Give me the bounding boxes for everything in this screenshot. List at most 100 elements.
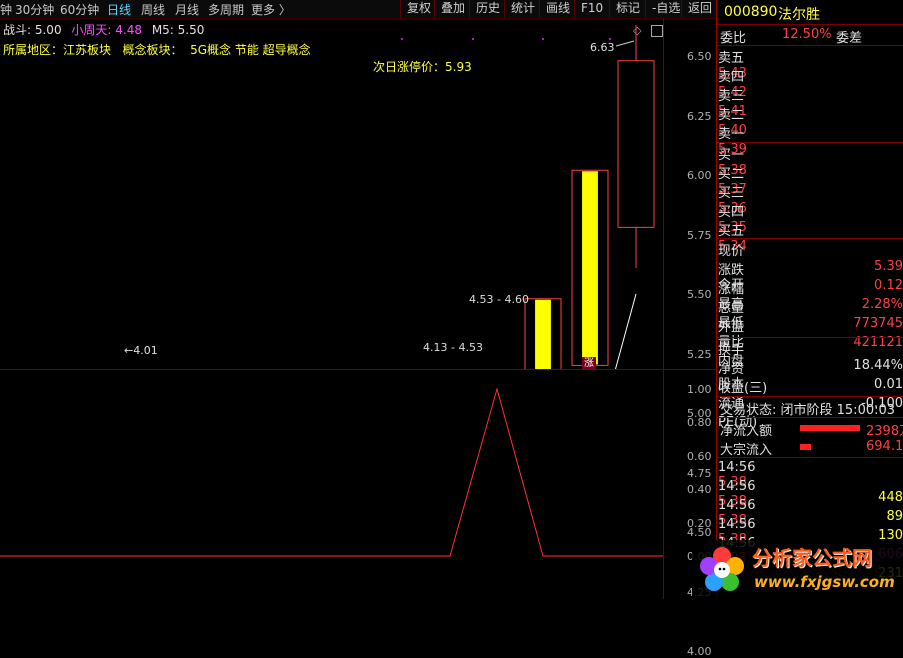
stock-header: 000890 法尔胜 bbox=[718, 3, 903, 25]
period-multi[interactable]: 多周期 bbox=[208, 1, 244, 18]
lower-tick-label: 0.20 bbox=[687, 516, 712, 530]
ask-label: 卖四 bbox=[718, 70, 745, 85]
period-60min[interactable]: 60分钟 bbox=[60, 1, 99, 18]
tool-stats[interactable]: 统计 bbox=[504, 0, 541, 18]
bid-row: 买二 5.37 bbox=[718, 163, 903, 197]
candlestick-chart[interactable] bbox=[0, 19, 663, 369]
ask-row: 卖四 5.42 bbox=[718, 66, 903, 100]
period-more[interactable]: 更多 〉 bbox=[251, 1, 291, 18]
stock-code: 000890 bbox=[724, 4, 778, 20]
lower-tick-label: 0.40 bbox=[687, 483, 712, 497]
stat-row: 净资 0.01 流通 bbox=[718, 358, 903, 411]
candle-body-fill bbox=[535, 299, 551, 369]
stat-row: 涨幅 2.28% 最低 bbox=[718, 278, 903, 331]
divider bbox=[717, 238, 903, 239]
candle bbox=[571, 169, 609, 369]
lower-indicator-chart[interactable] bbox=[0, 370, 663, 599]
tool-history[interactable]: 历史 bbox=[469, 0, 506, 18]
ask-row: 卖五 5.43 bbox=[718, 47, 903, 81]
ask-row: 卖三 5.41 bbox=[718, 85, 903, 119]
divider bbox=[717, 337, 903, 338]
signal-dot bbox=[401, 38, 403, 40]
high-arrow bbox=[615, 40, 635, 47]
zone-upper-label: 4.53 - 4.60 bbox=[469, 293, 529, 306]
lower-tick-label: 0.60 bbox=[687, 449, 712, 463]
price-tick-label: 5.25 bbox=[687, 347, 712, 361]
stat-row: 收益(三) -0.100 PE(动) bbox=[718, 377, 903, 430]
signal-dot bbox=[609, 38, 611, 40]
watermark-url: www.fxjgsw.com bbox=[754, 573, 895, 591]
bid-label: 买三 bbox=[718, 186, 745, 201]
tick-row: 14:56 5.38 448 bbox=[718, 460, 903, 505]
tool-mark[interactable]: 标记 bbox=[609, 0, 646, 18]
period-weekly[interactable]: 周线 bbox=[141, 1, 165, 18]
period-daily[interactable]: 日线 bbox=[107, 1, 131, 18]
stat-row: 外盘 421121 内盘 bbox=[718, 316, 903, 369]
price-axis-line bbox=[663, 19, 664, 599]
period-minute[interactable]: 钟 bbox=[0, 1, 12, 18]
ask-row: 卖一 5.39 bbox=[718, 123, 903, 157]
bid-row: 买五 5.34 bbox=[718, 220, 903, 254]
tool-fuquan[interactable]: 复权 bbox=[400, 0, 437, 18]
price-tick-label: 4.75 bbox=[687, 466, 712, 480]
price-tick-label: 4.00 bbox=[687, 645, 712, 658]
net-inflow-label: 净流入额 bbox=[720, 424, 773, 439]
bid-label: 买二 bbox=[718, 167, 745, 182]
price-tick-label: 5.75 bbox=[687, 228, 712, 242]
block-inflow-row: 大宗流入 694.17 bbox=[718, 438, 903, 458]
stat-label: 涨幅 bbox=[718, 282, 745, 297]
stat-label: 现价 bbox=[718, 244, 745, 259]
ask-label: 卖五 bbox=[718, 51, 745, 66]
zone-lower-label: 4.13 - 4.53 bbox=[423, 341, 483, 354]
tool-diejia[interactable]: 叠加 bbox=[434, 0, 471, 18]
bid-label: 买四 bbox=[718, 205, 745, 220]
tool-f10[interactable]: F10 bbox=[574, 0, 609, 18]
tick-time: 14:56 bbox=[718, 517, 756, 532]
candle-body bbox=[617, 60, 655, 228]
block-inflow-value: 694.17 bbox=[866, 439, 903, 454]
ask-row: 卖二 5.40 bbox=[718, 104, 903, 138]
trade-status-row: 交易状态: 闭市阶段 15:00:03 bbox=[718, 398, 903, 418]
lower-series-line bbox=[0, 387, 663, 557]
period-30min[interactable]: 30分钟 bbox=[15, 1, 54, 18]
stat-row: 总量 773745 量比 bbox=[718, 297, 903, 350]
divider bbox=[717, 457, 903, 458]
bid-label: 买一 bbox=[718, 148, 745, 163]
period-monthly[interactable]: 月线 bbox=[175, 1, 199, 18]
weibi-value: 12.50% bbox=[782, 27, 832, 42]
net-inflow-value: 2398万 bbox=[866, 424, 903, 439]
high-price-label: 6.63 bbox=[590, 41, 615, 54]
bid-label: 买五 bbox=[718, 224, 745, 239]
low-price-label: ←4.01 bbox=[124, 344, 158, 357]
stat-label: 收益(三) bbox=[718, 381, 768, 396]
tick-row: 14:56 5.38 130 bbox=[718, 498, 903, 543]
stat-row: 涨跌 0.12 最高 bbox=[718, 259, 903, 312]
trade-status: 交易状态: 闭市阶段 15:00:03 bbox=[720, 403, 896, 418]
lower-tick-label: 1.00 bbox=[687, 383, 712, 396]
divider bbox=[717, 396, 903, 397]
divider bbox=[717, 142, 903, 143]
price-tick-label: 6.25 bbox=[687, 109, 712, 123]
candle-body-fill bbox=[582, 171, 598, 365]
ask-label: 卖一 bbox=[718, 127, 745, 142]
tool-back[interactable]: 返回 bbox=[681, 0, 718, 18]
weibi-label: 委比 bbox=[720, 31, 747, 46]
divider bbox=[717, 417, 903, 418]
limit-up-badge: 涨 bbox=[582, 357, 596, 370]
stat-label: 总量 bbox=[718, 301, 745, 316]
weibi-row: 委比 12.50% 委差 bbox=[718, 26, 903, 46]
ask-label: 卖二 bbox=[718, 108, 745, 123]
stat-label: 换手 bbox=[718, 343, 745, 358]
tick-row: 14:565.38606 bbox=[718, 517, 903, 562]
stat-label: 涨跌 bbox=[718, 263, 745, 278]
price-tick-label: 6.50 bbox=[687, 50, 712, 63]
tick-time: 14:56 bbox=[718, 498, 756, 513]
stat-row: 现价 5.39 今开 bbox=[718, 240, 903, 293]
net-inflow-bar bbox=[800, 425, 860, 431]
block-inflow-bar bbox=[800, 444, 811, 450]
price-tick-label: 5.50 bbox=[687, 288, 712, 301]
tool-draw[interactable]: 画线 bbox=[539, 0, 576, 18]
divider bbox=[717, 45, 903, 46]
bid-row: 买一 5.38 bbox=[718, 144, 903, 178]
period-toolbar: 钟 30分钟 60分钟 日线 周线 月线 多周期 更多 〉 复权 叠加 历史 统… bbox=[0, 0, 716, 19]
